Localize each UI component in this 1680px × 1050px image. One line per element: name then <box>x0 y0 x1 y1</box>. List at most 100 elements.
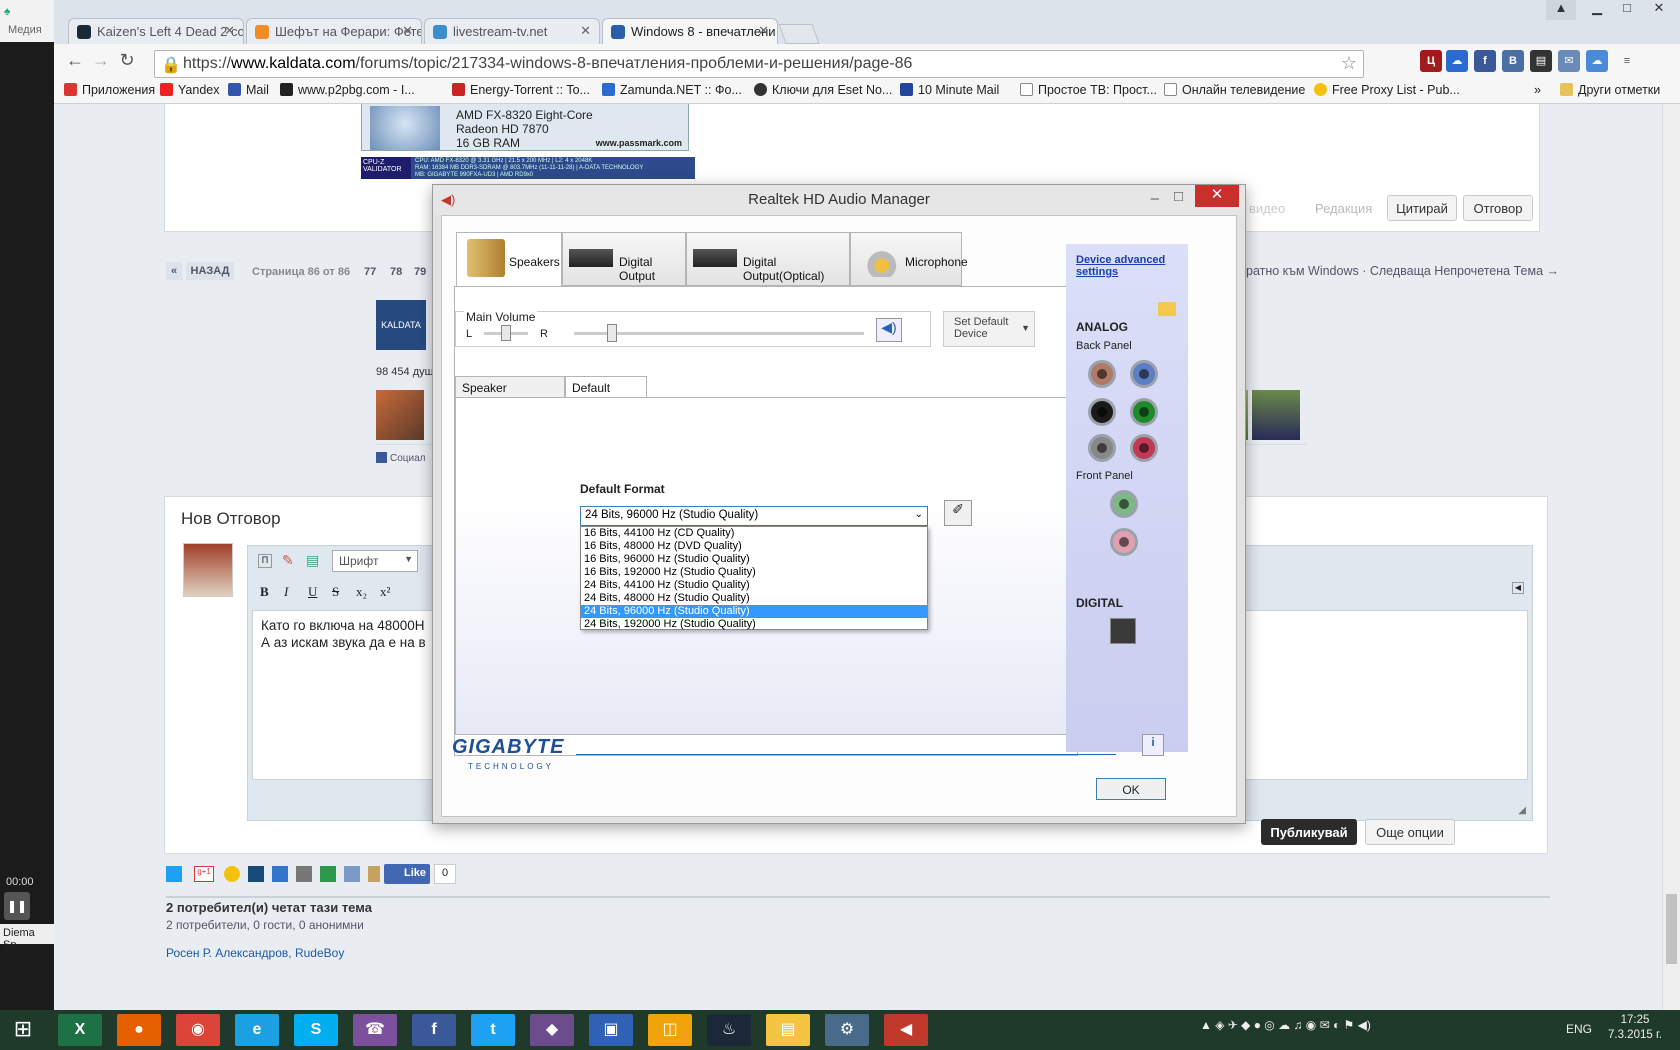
font-select[interactable]: Шрифт ▼ <box>332 550 418 572</box>
volume-slider-thumb[interactable] <box>606 324 617 342</box>
resize-handle-icon[interactable]: ◢ <box>1518 805 1526 816</box>
source-icon[interactable]: Π <box>258 554 272 568</box>
format-select[interactable]: 24 Bits, 96000 Hz (Studio Quality) ⌄ <box>580 506 928 526</box>
jack-green-icon[interactable] <box>1130 398 1158 426</box>
print-share-icon[interactable] <box>368 866 380 882</box>
bookmark-item[interactable]: 10 Minute Mail <box>900 83 999 97</box>
bookmark-item[interactable]: Онлайн телевидение <box>1164 83 1305 97</box>
address-bar[interactable]: 🔒 https://www.kaldata.com/forums/topic/2… <box>154 50 1364 78</box>
jack-black-icon[interactable] <box>1088 398 1116 426</box>
superscript-button[interactable]: x² <box>380 584 390 600</box>
bookmark-item[interactable]: Energy-Torrent :: To... <box>452 83 590 97</box>
balance-slider-thumb[interactable] <box>501 325 511 341</box>
readers-names[interactable]: Росен Р. Александров, RudeBoy <box>166 946 344 960</box>
bookmark-item[interactable]: Yandex <box>160 83 219 97</box>
eraser-icon[interactable]: ✎ <box>282 552 294 569</box>
network-icon[interactable]: ⚙ <box>825 1014 869 1046</box>
vk-extension-icon[interactable]: B <box>1502 50 1524 72</box>
subscript-button[interactable]: x₂ <box>356 584 367 600</box>
info-button[interactable]: i <box>1142 734 1164 756</box>
scrollbar-thumb[interactable] <box>1666 894 1677 964</box>
close-tab-icon[interactable]: ✕ <box>224 23 235 39</box>
underline-button[interactable]: U <box>308 584 317 600</box>
maximize-button[interactable]: □ <box>1612 0 1642 20</box>
jack-gray-icon[interactable] <box>1088 434 1116 462</box>
bookmark-item[interactable]: www.p2pbg.com - I... <box>280 83 415 97</box>
bookmark-item[interactable]: Ключи для Eset No... <box>754 83 892 97</box>
explorer-icon[interactable]: ▤ <box>766 1014 810 1046</box>
delicious-share-icon[interactable] <box>272 866 288 882</box>
front-jack-pink-icon[interactable] <box>1110 528 1138 556</box>
jack-orange-icon[interactable] <box>1088 360 1116 388</box>
share-icon[interactable] <box>224 866 240 882</box>
topic-navigation[interactable]: ратно към Windows · Следваща Непрочетена… <box>1246 264 1559 278</box>
viber-icon[interactable]: ☎ <box>353 1014 397 1046</box>
speaker-icon[interactable]: ◀ <box>884 1014 928 1046</box>
bookmark-star-icon[interactable]: ☆ <box>1341 53 1357 74</box>
pidgin-icon[interactable]: ◆ <box>530 1014 574 1046</box>
ublock-extension-icon[interactable]: Ц <box>1420 50 1442 72</box>
browser-tab[interactable]: Kaizen's Left 4 Dead 2 cor ✕ <box>68 18 244 44</box>
forward-button[interactable]: → <box>88 50 114 76</box>
user-icon[interactable]: ▲ <box>1546 0 1576 20</box>
volume-slider[interactable] <box>574 324 864 342</box>
quote-button[interactable]: Цитирай <box>1387 195 1457 221</box>
other-bookmarks[interactable]: Други отметки <box>1560 83 1660 97</box>
close-tab-icon[interactable]: ✕ <box>402 23 413 39</box>
bookmarks-overflow-button[interactable]: » <box>1534 83 1541 97</box>
page-link[interactable]: 77 <box>364 266 376 278</box>
page-link[interactable]: 78 <box>390 266 402 278</box>
balance-slider[interactable] <box>484 325 528 341</box>
tab-digital-output[interactable]: Digital Output <box>562 232 686 286</box>
tab-microphone[interactable]: Microphone <box>850 232 968 286</box>
close-tab-icon[interactable]: ✕ <box>580 23 591 39</box>
kaldata-logo[interactable]: KALDATA <box>376 300 426 350</box>
facebook-like-button[interactable]: Like <box>384 864 430 884</box>
page-link[interactable]: 79 <box>414 266 426 278</box>
back-button[interactable]: ← <box>62 50 88 76</box>
browser-tab-active[interactable]: Windows 8 - впечатлени ✕ <box>602 18 778 44</box>
format-option[interactable]: 16 Bits, 96000 Hz (Studio Quality) <box>581 553 927 566</box>
language-indicator[interactable]: ENG <box>1566 1022 1592 1036</box>
minimize-button[interactable]: – <box>1151 190 1159 207</box>
jack-pink-icon[interactable] <box>1130 434 1158 462</box>
menu-icon[interactable]: ≡ <box>1616 50 1638 72</box>
facebook-extension-icon[interactable]: f <box>1474 50 1496 72</box>
reply-button[interactable]: Отговор <box>1463 195 1533 221</box>
pager-back-button[interactable]: НАЗАД <box>186 262 234 280</box>
format-option[interactable]: 24 Bits, 96000 Hz (Studio Quality) <box>581 605 927 618</box>
bold-button[interactable]: B <box>260 584 269 600</box>
twitter-icon[interactable]: t <box>471 1014 515 1046</box>
template-icon[interactable]: ▤ <box>306 552 319 569</box>
excel-icon[interactable]: X <box>58 1014 102 1046</box>
tab-speakers[interactable]: Speakers <box>456 232 562 288</box>
email-share-icon[interactable] <box>344 866 360 882</box>
bookmark-item[interactable]: Приложения <box>64 83 155 97</box>
google-plus-share-icon[interactable]: g+1 <box>194 866 214 882</box>
ok-button[interactable]: OK <box>1096 778 1166 800</box>
mute-button[interactable]: ◀) <box>876 318 902 342</box>
steam-icon[interactable]: ♨ <box>707 1014 751 1046</box>
collapse-icon[interactable]: ◀ <box>1512 582 1524 594</box>
restore-defaults-button[interactable]: ✐ <box>944 500 972 526</box>
device-advanced-settings-link[interactable]: Device advanced settings <box>1076 254 1180 278</box>
member-avatar[interactable] <box>376 390 424 440</box>
edit-link[interactable]: Редакция <box>1315 201 1372 216</box>
stumbleupon-share-icon[interactable] <box>320 866 336 882</box>
close-window-button[interactable]: ✕ <box>1644 0 1674 20</box>
new-tab-button[interactable] <box>778 24 820 44</box>
spdif-port-icon[interactable] <box>1110 618 1136 644</box>
close-tab-icon[interactable]: ✕ <box>758 23 769 39</box>
folder-icon[interactable] <box>1158 302 1176 316</box>
tab-digital-optical[interactable]: Digital Output(Optical) <box>686 232 850 286</box>
windows-start-icon[interactable]: ⊞ <box>8 1016 38 1044</box>
firefox-icon[interactable]: ● <box>117 1014 161 1046</box>
reddit-share-icon[interactable] <box>296 866 312 882</box>
outlook-icon[interactable]: ◫ <box>648 1014 692 1046</box>
pause-button[interactable]: ❚❚ <box>4 892 30 920</box>
format-option[interactable]: 16 Bits, 192000 Hz (Studio Quality) <box>581 566 927 579</box>
front-jack-green-icon[interactable] <box>1110 490 1138 518</box>
ie-icon[interactable]: e <box>235 1014 279 1046</box>
publish-button[interactable]: Публикувай <box>1261 819 1357 845</box>
weather-extension-icon[interactable]: ☁ <box>1586 50 1608 72</box>
